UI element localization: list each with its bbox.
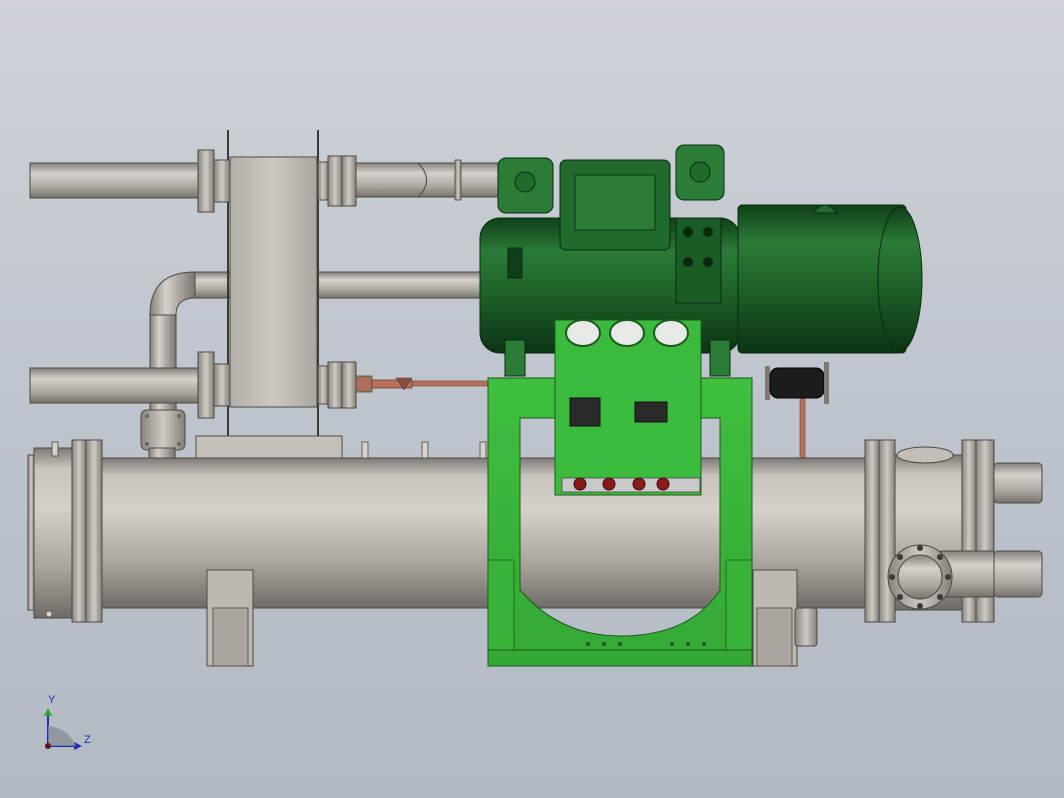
triad-axes bbox=[44, 708, 82, 750]
coordinate-triad: Y Z bbox=[38, 694, 98, 758]
plate-heat-exchanger[interactable] bbox=[195, 130, 357, 487]
filter-drier[interactable] bbox=[765, 362, 829, 404]
y-axis-label: Y bbox=[48, 694, 56, 706]
graphics-viewport[interactable]: Y Z bbox=[0, 0, 1064, 798]
z-axis-label: Z bbox=[84, 734, 91, 746]
assembly-model[interactable] bbox=[0, 0, 1064, 798]
